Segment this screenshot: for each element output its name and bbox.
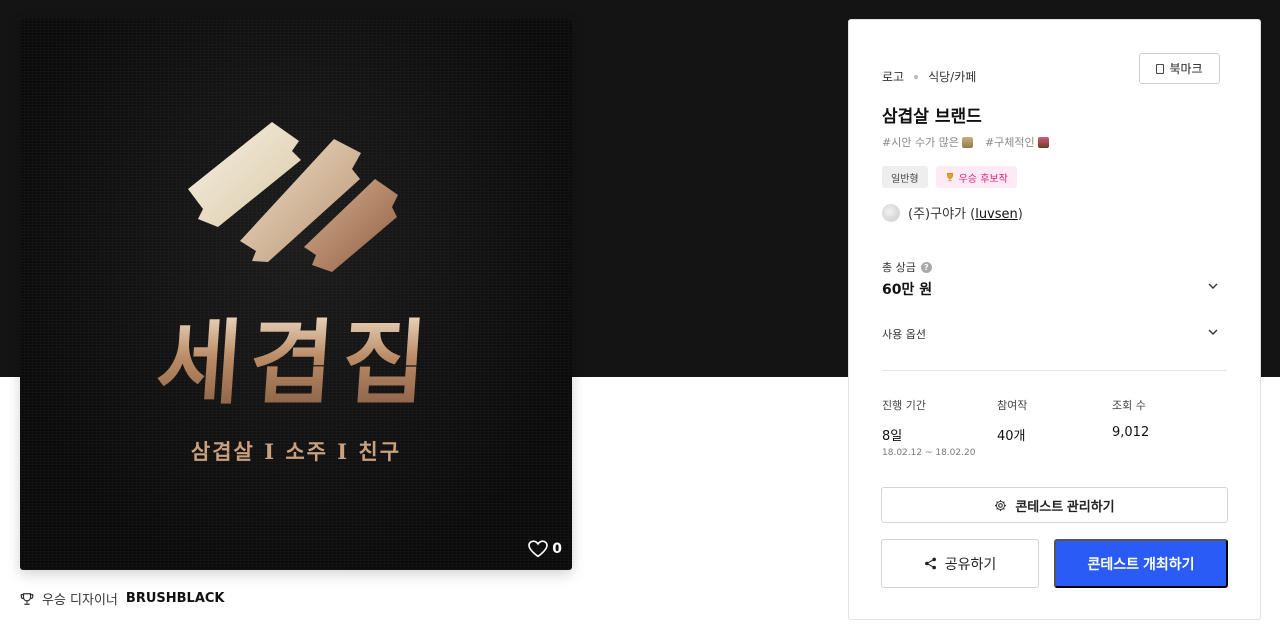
chevron-down-icon[interactable] (1208, 281, 1218, 291)
trophy-icon (20, 592, 34, 605)
stat-entries: 참여작 40개 (997, 399, 1028, 444)
owner-company: (주)구야가 (luvsen) (908, 207, 1023, 222)
bookmark-button[interactable]: 북마크 (1139, 53, 1220, 84)
trophy-icon (946, 172, 953, 182)
logo-tagline: 삼겹살 I 소주 I 친구 (190, 439, 402, 464)
prize-value: 60만 원 (882, 282, 933, 298)
breadcrumb-category[interactable]: 로고 (882, 68, 904, 85)
usage-options-label[interactable]: 사용 옵션 (882, 326, 926, 342)
stat-period: 진행 기간 8일 18.02.12 ~ 18.02.20 (882, 399, 976, 458)
contest-title: 삼겹살 브랜드 (882, 107, 982, 127)
tag-item[interactable]: #시안 수가 많은 (882, 134, 973, 150)
breadcrumb: 로고 식당/카페 (882, 68, 976, 85)
heart-icon (528, 540, 549, 558)
tag-item[interactable]: #구체적인 (985, 134, 1049, 150)
like-count: 0 (552, 541, 562, 557)
owner-handle-link[interactable]: luvsen (975, 207, 1018, 222)
detail-emoji-icon (1037, 136, 1049, 148)
contest-winning-image[interactable]: 세겹집 삼겹살 I 소주 I 친구 0 (20, 19, 572, 570)
breadcrumb-separator (914, 74, 919, 79)
share-icon (924, 557, 936, 570)
contest-badges: 일반형 우승 후보작 (882, 166, 1017, 188)
bookmark-icon (1156, 63, 1165, 74)
avatar (882, 203, 900, 222)
crowd-emoji-icon (961, 136, 973, 148)
like-button[interactable]: 0 (528, 540, 562, 558)
designer-name[interactable]: BRUSHBLACK (126, 591, 225, 606)
designer-label: 우승 디자이너 (42, 593, 118, 608)
bacon-strips-logo-mark (188, 122, 398, 272)
winning-designer: 우승 디자이너 BRUSHBLACK (20, 589, 225, 608)
host-contest-button[interactable]: 콘테스트 개최하기 (1054, 539, 1228, 588)
share-button[interactable]: 공유하기 (881, 539, 1039, 588)
prize-label: 총 상금 ? (882, 259, 932, 275)
type-badge: 일반형 (882, 166, 928, 188)
divider (882, 370, 1227, 371)
help-icon[interactable]: ? (920, 261, 932, 273)
manage-contest-button[interactable]: 콘테스트 관리하기 (881, 487, 1228, 523)
contest-tags: #시안 수가 많은 #구체적인 (882, 134, 1049, 150)
chevron-down-icon[interactable] (1208, 327, 1218, 337)
bookmark-label: 북마크 (1169, 62, 1203, 76)
gear-icon (995, 499, 1007, 511)
contest-owner: (주)구야가 (luvsen) (882, 203, 1023, 222)
breadcrumb-subcategory[interactable]: 식당/카페 (928, 68, 976, 85)
logo-wordmark: 세겹집 (20, 309, 572, 417)
contest-info-panel: 로고 식당/카페 북마크 삼겹살 브랜드 #시안 수가 많은 #구체적인 일반형… (848, 19, 1261, 620)
candidate-badge: 우승 후보작 (935, 166, 1017, 188)
stat-views: 조회 수 9,012 (1112, 399, 1150, 440)
